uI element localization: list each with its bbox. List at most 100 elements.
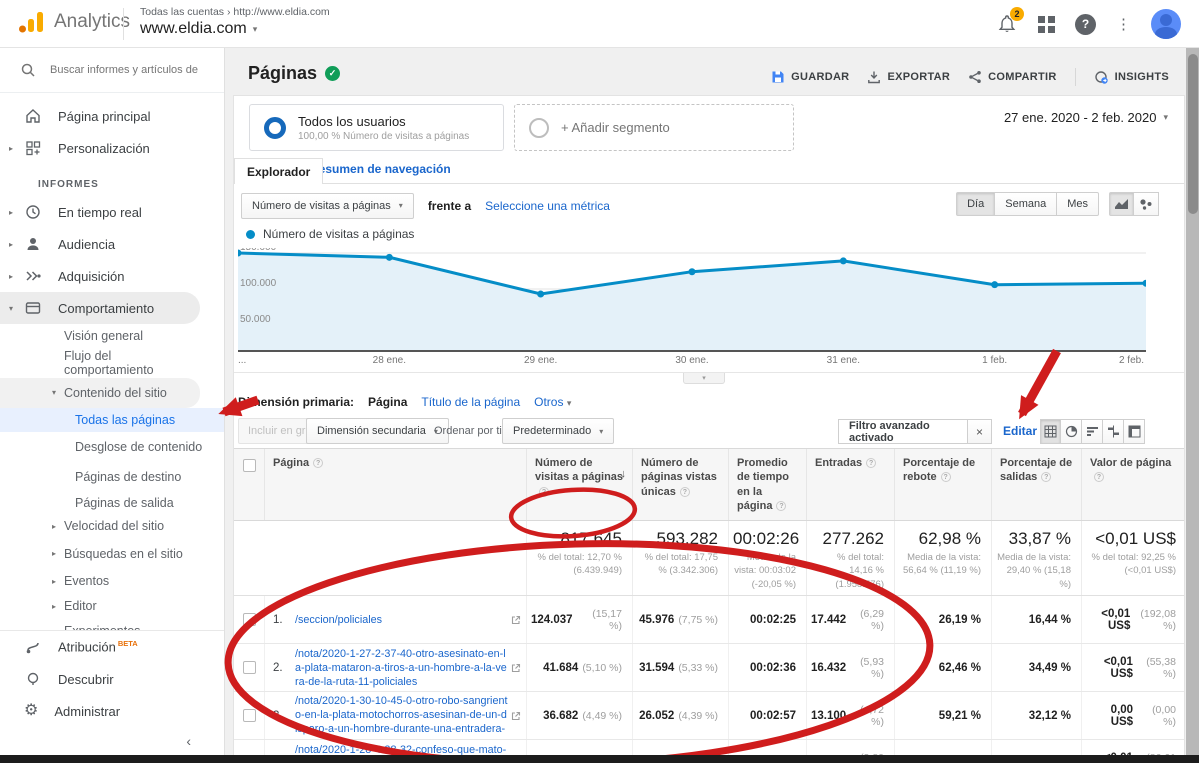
column-header-entrances[interactable]: Entradas? bbox=[806, 449, 894, 520]
page-link[interactable]: /seccion/policiales bbox=[295, 613, 382, 627]
segment-all-users[interactable]: Todos los usuarios 100,00 % Número de vi… bbox=[249, 104, 504, 151]
collapse-sidebar-button[interactable]: ‹ bbox=[0, 727, 224, 755]
expand-icon[interactable]: ▸ bbox=[9, 272, 13, 281]
motion-chart-button[interactable] bbox=[1134, 192, 1159, 216]
performance-view-button[interactable] bbox=[1082, 419, 1103, 444]
add-segment-button[interactable]: + Añadir segmento bbox=[514, 104, 794, 151]
sidebar-item-site-search[interactable]: ▸ Búsquedas en el sitio bbox=[0, 539, 224, 569]
kebab-menu-icon[interactable]: ⋮ bbox=[1116, 15, 1131, 33]
share-button[interactable]: COMPARTIR bbox=[968, 70, 1057, 84]
sidebar-item-personalization[interactable]: ▸ Personalización bbox=[0, 132, 224, 164]
column-header-page[interactable]: Página? bbox=[264, 449, 526, 520]
sidebar-item-audience[interactable]: ▸ Audiencia bbox=[0, 228, 224, 260]
sidebar-item-site-content[interactable]: ▾ Contenido del sitio bbox=[0, 378, 200, 408]
scrollbar-thumb[interactable] bbox=[1188, 54, 1198, 214]
sidebar-item-experiments[interactable]: Experimentos bbox=[0, 619, 224, 630]
column-header-visits[interactable]: Número de visitas a páginas?↓ bbox=[526, 449, 632, 520]
secondary-dimension-dropdown[interactable]: Dimensión secundaria ▾ bbox=[306, 418, 449, 444]
sidebar-item-behavior-flow[interactable]: Flujo del comportamiento bbox=[0, 348, 224, 378]
vertical-scrollbar[interactable] bbox=[1186, 48, 1199, 755]
sidebar-item-exit-pages[interactable]: Páginas de salida bbox=[0, 492, 224, 514]
dimension-other-dropdown[interactable]: Otros ▾ bbox=[534, 395, 571, 409]
expand-icon[interactable]: ▸ bbox=[9, 208, 13, 217]
column-header-value[interactable]: Valor de página? bbox=[1081, 449, 1185, 520]
comparison-view-button[interactable] bbox=[1103, 419, 1124, 444]
sort-type-dropdown[interactable]: Predeterminado ▾ bbox=[502, 418, 614, 444]
help-icon[interactable]: ? bbox=[1075, 14, 1096, 35]
table-view-button[interactable] bbox=[1040, 419, 1061, 444]
legend-dot-icon bbox=[246, 230, 255, 239]
dimension-page-title-link[interactable]: Título de la página bbox=[421, 395, 520, 409]
expand-icon[interactable]: ▸ bbox=[9, 144, 13, 153]
pivot-view-button[interactable] bbox=[1124, 419, 1145, 444]
sidebar-item-content-drilldown[interactable]: Desglose de contenido bbox=[0, 432, 224, 462]
insights-button[interactable]: INSIGHTS bbox=[1094, 70, 1169, 85]
search-input[interactable] bbox=[50, 64, 210, 76]
help-icon[interactable]: ? bbox=[313, 458, 323, 468]
sidebar-item-acquisition[interactable]: ▸ Adquisición bbox=[0, 260, 224, 292]
sidebar-item-behavior[interactable]: ▾ Comportamiento bbox=[0, 292, 200, 324]
visits-trend-chart[interactable]: 50.000100.000150.000 bbox=[238, 248, 1146, 353]
tab-explorer[interactable]: Explorador bbox=[234, 158, 323, 184]
help-icon[interactable]: ? bbox=[776, 501, 786, 511]
help-icon[interactable]: ? bbox=[941, 472, 951, 482]
tab-navigation-summary[interactable]: Resumen de navegación bbox=[310, 162, 451, 176]
expand-icon[interactable]: ▸ bbox=[52, 577, 56, 586]
sidebar-item-realtime[interactable]: ▸ En tiempo real bbox=[0, 196, 224, 228]
row-checkbox[interactable] bbox=[243, 613, 256, 626]
remove-filter-button[interactable]: × bbox=[967, 420, 991, 443]
sidebar-item-attribution[interactable]: AtribuciónBETA bbox=[0, 631, 224, 663]
sidebar-item-discover[interactable]: Descubrir bbox=[0, 663, 224, 695]
save-button[interactable]: GUARDAR bbox=[771, 70, 849, 84]
granularity-day-button[interactable]: Día bbox=[956, 192, 995, 216]
sidebar-item-home[interactable]: Página principal bbox=[0, 100, 224, 132]
sidebar-item-publisher[interactable]: ▸ Editor bbox=[0, 594, 224, 619]
edit-filter-link[interactable]: Editar bbox=[1003, 424, 1037, 438]
sidebar-item-landing-pages[interactable]: Páginas de destino bbox=[0, 462, 224, 492]
line-chart-button[interactable] bbox=[1109, 192, 1134, 216]
column-header-exit[interactable]: Porcentaje de salidas? bbox=[991, 449, 1081, 520]
apps-grid-icon[interactable] bbox=[1038, 16, 1055, 33]
row-checkbox[interactable] bbox=[243, 661, 256, 674]
sidebar-item-admin[interactable]: ⚙ Administrar bbox=[0, 695, 224, 727]
page-link[interactable]: /nota/2020-1-27-2-37-40-otro-asesinato-e… bbox=[295, 647, 508, 689]
sidebar-item-overview[interactable]: Visión general bbox=[0, 324, 224, 348]
date-range-picker[interactable]: 27 ene. 2020 - 2 feb. 2020 ▾ bbox=[1004, 110, 1168, 125]
help-icon[interactable]: ? bbox=[1041, 472, 1051, 482]
export-button[interactable]: EXPORTAR bbox=[867, 70, 950, 84]
collapse-expanded-icon[interactable]: ▾ bbox=[9, 304, 13, 313]
notifications-button[interactable]: 2 bbox=[996, 13, 1018, 35]
select-metric-link[interactable]: Seleccione una métrica bbox=[485, 199, 610, 213]
granularity-week-button[interactable]: Semana bbox=[995, 192, 1057, 216]
sidebar-item-events[interactable]: ▸ Eventos bbox=[0, 569, 224, 594]
collapse-expanded-icon[interactable]: ▾ bbox=[52, 388, 56, 397]
help-icon[interactable]: ? bbox=[866, 458, 876, 468]
percentage-view-button[interactable] bbox=[1061, 419, 1082, 444]
external-link-icon[interactable] bbox=[511, 663, 521, 673]
metric-dropdown[interactable]: Número de visitas a páginas ▾ bbox=[241, 193, 414, 219]
dimension-page[interactable]: Página bbox=[368, 395, 407, 409]
chart-collapse-handle[interactable]: ▾ bbox=[683, 373, 725, 384]
property-selector[interactable]: www.eldia.com ▾ bbox=[140, 20, 330, 38]
external-link-icon[interactable] bbox=[511, 711, 521, 721]
help-icon[interactable]: ? bbox=[1094, 472, 1104, 482]
expand-icon[interactable]: ▸ bbox=[52, 602, 56, 611]
row-checkbox[interactable] bbox=[243, 709, 256, 722]
expand-icon[interactable]: ▸ bbox=[52, 549, 56, 558]
sidebar-search[interactable] bbox=[0, 48, 224, 93]
sidebar-item-all-pages[interactable]: Todas las páginas bbox=[0, 408, 224, 432]
brand: Analytics bbox=[18, 10, 130, 34]
help-icon[interactable]: ? bbox=[539, 487, 549, 497]
expand-icon[interactable]: ▸ bbox=[9, 240, 13, 249]
expand-icon[interactable]: ▸ bbox=[52, 522, 56, 531]
column-header-bounce[interactable]: Porcentaje de rebote? bbox=[894, 449, 991, 520]
external-link-icon[interactable] bbox=[511, 615, 521, 625]
help-icon[interactable]: ? bbox=[680, 487, 690, 497]
avatar[interactable] bbox=[1151, 9, 1181, 39]
page-link[interactable]: /nota/2020-1-30-10-45-0-otro-robo-sangri… bbox=[295, 694, 508, 738]
select-all-checkbox[interactable] bbox=[243, 459, 256, 472]
granularity-month-button[interactable]: Mes bbox=[1057, 192, 1099, 216]
column-header-avg-time[interactable]: Promedio de tiempo en la página? bbox=[728, 449, 806, 520]
sidebar-item-site-speed[interactable]: ▸ Velocidad del sitio bbox=[0, 514, 224, 539]
column-header-unique[interactable]: Número de páginas vistas únicas? bbox=[632, 449, 728, 520]
